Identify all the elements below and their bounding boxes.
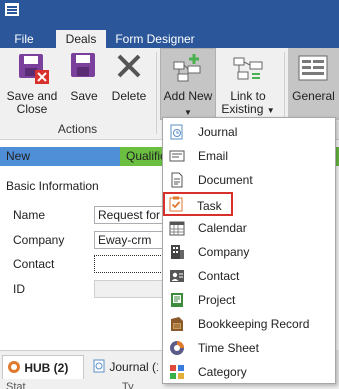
save-and-close-label: Save and Close (6, 89, 58, 116)
id-label: ID (13, 282, 25, 296)
menu-item-task[interactable]: Task (163, 192, 233, 216)
tab-file[interactable]: File (6, 30, 42, 48)
menu-item-journal-label: Journal (198, 125, 238, 139)
save-label: Save (70, 89, 98, 103)
hub-icon (7, 358, 21, 373)
menu-item-calendar-label: Calendar (198, 221, 247, 235)
stage-new[interactable]: New (0, 147, 120, 166)
add-new-menu: Journal Email Document Task Calendar Com… (162, 117, 336, 384)
title-bar (0, 0, 339, 30)
link-icon (233, 57, 263, 80)
menu-item-company[interactable]: Company (164, 240, 334, 264)
menu-item-document-label: Document (198, 173, 253, 187)
document-icon (171, 172, 183, 188)
save-and-close-button[interactable]: Save and Close (4, 48, 60, 120)
name-label: Name (13, 208, 46, 222)
add-new-icon (173, 54, 201, 82)
menu-item-category[interactable]: Category (164, 360, 334, 384)
timesheet-icon (170, 341, 184, 355)
group-separator (156, 52, 157, 134)
menu-item-contact[interactable]: Contact (164, 264, 334, 288)
company-field[interactable]: Eway-crm (94, 231, 169, 249)
task-icon (169, 196, 183, 212)
save-close-icon (19, 54, 49, 84)
calendar-icon (169, 221, 185, 236)
menu-item-time-sheet-label: Time Sheet (198, 341, 259, 355)
ribbon-tabs: File Deals Form Designer (0, 30, 339, 48)
menu-item-company-label: Company (198, 245, 250, 259)
tab-hub-label: HUB (2) (24, 361, 69, 375)
email-icon (169, 150, 185, 162)
save-button[interactable]: Save (64, 48, 104, 120)
category-icon (170, 365, 184, 379)
contact-label: Contact (13, 257, 55, 271)
menu-item-calendar[interactable]: Calendar (164, 216, 334, 240)
menu-item-category-label: Category (198, 365, 247, 379)
add-new-label: Add New (163, 89, 213, 103)
delete-button[interactable]: Delete (108, 48, 150, 120)
name-field[interactable]: Request for p (94, 206, 169, 224)
app-icon[interactable] (5, 3, 19, 16)
project-icon (171, 293, 183, 307)
general-icon (298, 55, 328, 81)
menu-item-project-label: Project (198, 293, 236, 307)
actions-group-label: Actions (57, 122, 98, 136)
menu-item-project[interactable]: Project (164, 288, 334, 312)
tab-form-designer[interactable]: Form Designer (112, 30, 198, 48)
general-label: General (292, 89, 335, 103)
general-button[interactable]: General (288, 48, 339, 120)
menu-item-bookkeeping-record-label: Bookkeeping Record (198, 317, 310, 331)
delete-icon (117, 54, 141, 78)
link-dropdown-arrow: ▼ (266, 106, 275, 115)
menu-item-email-label: Email (198, 149, 229, 163)
add-new-button[interactable]: Add New ▼ (160, 48, 216, 120)
menu-item-email[interactable]: Email (164, 144, 334, 168)
delete-label: Delete (111, 89, 147, 103)
menu-item-contact-label: Contact (198, 269, 240, 283)
link-to-existing-button[interactable]: Link to Existing ▼ (220, 48, 276, 120)
menu-item-task-label: Task (197, 199, 222, 213)
company-icon (171, 245, 184, 259)
column-header-stat: Stat (6, 381, 26, 389)
tab-journal-label: Journal (1 (109, 360, 158, 374)
save-icon (71, 53, 95, 77)
section-title: Basic Information (6, 179, 99, 193)
column-header-ty: Ty (122, 381, 134, 389)
menu-item-time-sheet[interactable]: Time Sheet (164, 336, 334, 360)
contact-icon (170, 270, 184, 282)
menu-item-document[interactable]: Document (164, 168, 334, 192)
id-field (94, 280, 169, 298)
bookkeeping-icon (171, 317, 183, 331)
contact-field[interactable] (94, 255, 169, 273)
tab-hub[interactable]: HUB (2) (2, 355, 84, 379)
tab-deals[interactable]: Deals (56, 30, 106, 48)
menu-item-journal[interactable]: Journal (164, 120, 334, 144)
menu-item-bookkeeping-record[interactable]: Bookkeeping Record (164, 312, 334, 336)
company-label: Company (13, 233, 65, 247)
journal-tab-icon (92, 357, 106, 373)
link-to-existing-label-2: Existing ▼ (221, 102, 275, 116)
journal-icon (170, 124, 183, 140)
tab-journal[interactable]: Journal (1 (88, 355, 158, 379)
